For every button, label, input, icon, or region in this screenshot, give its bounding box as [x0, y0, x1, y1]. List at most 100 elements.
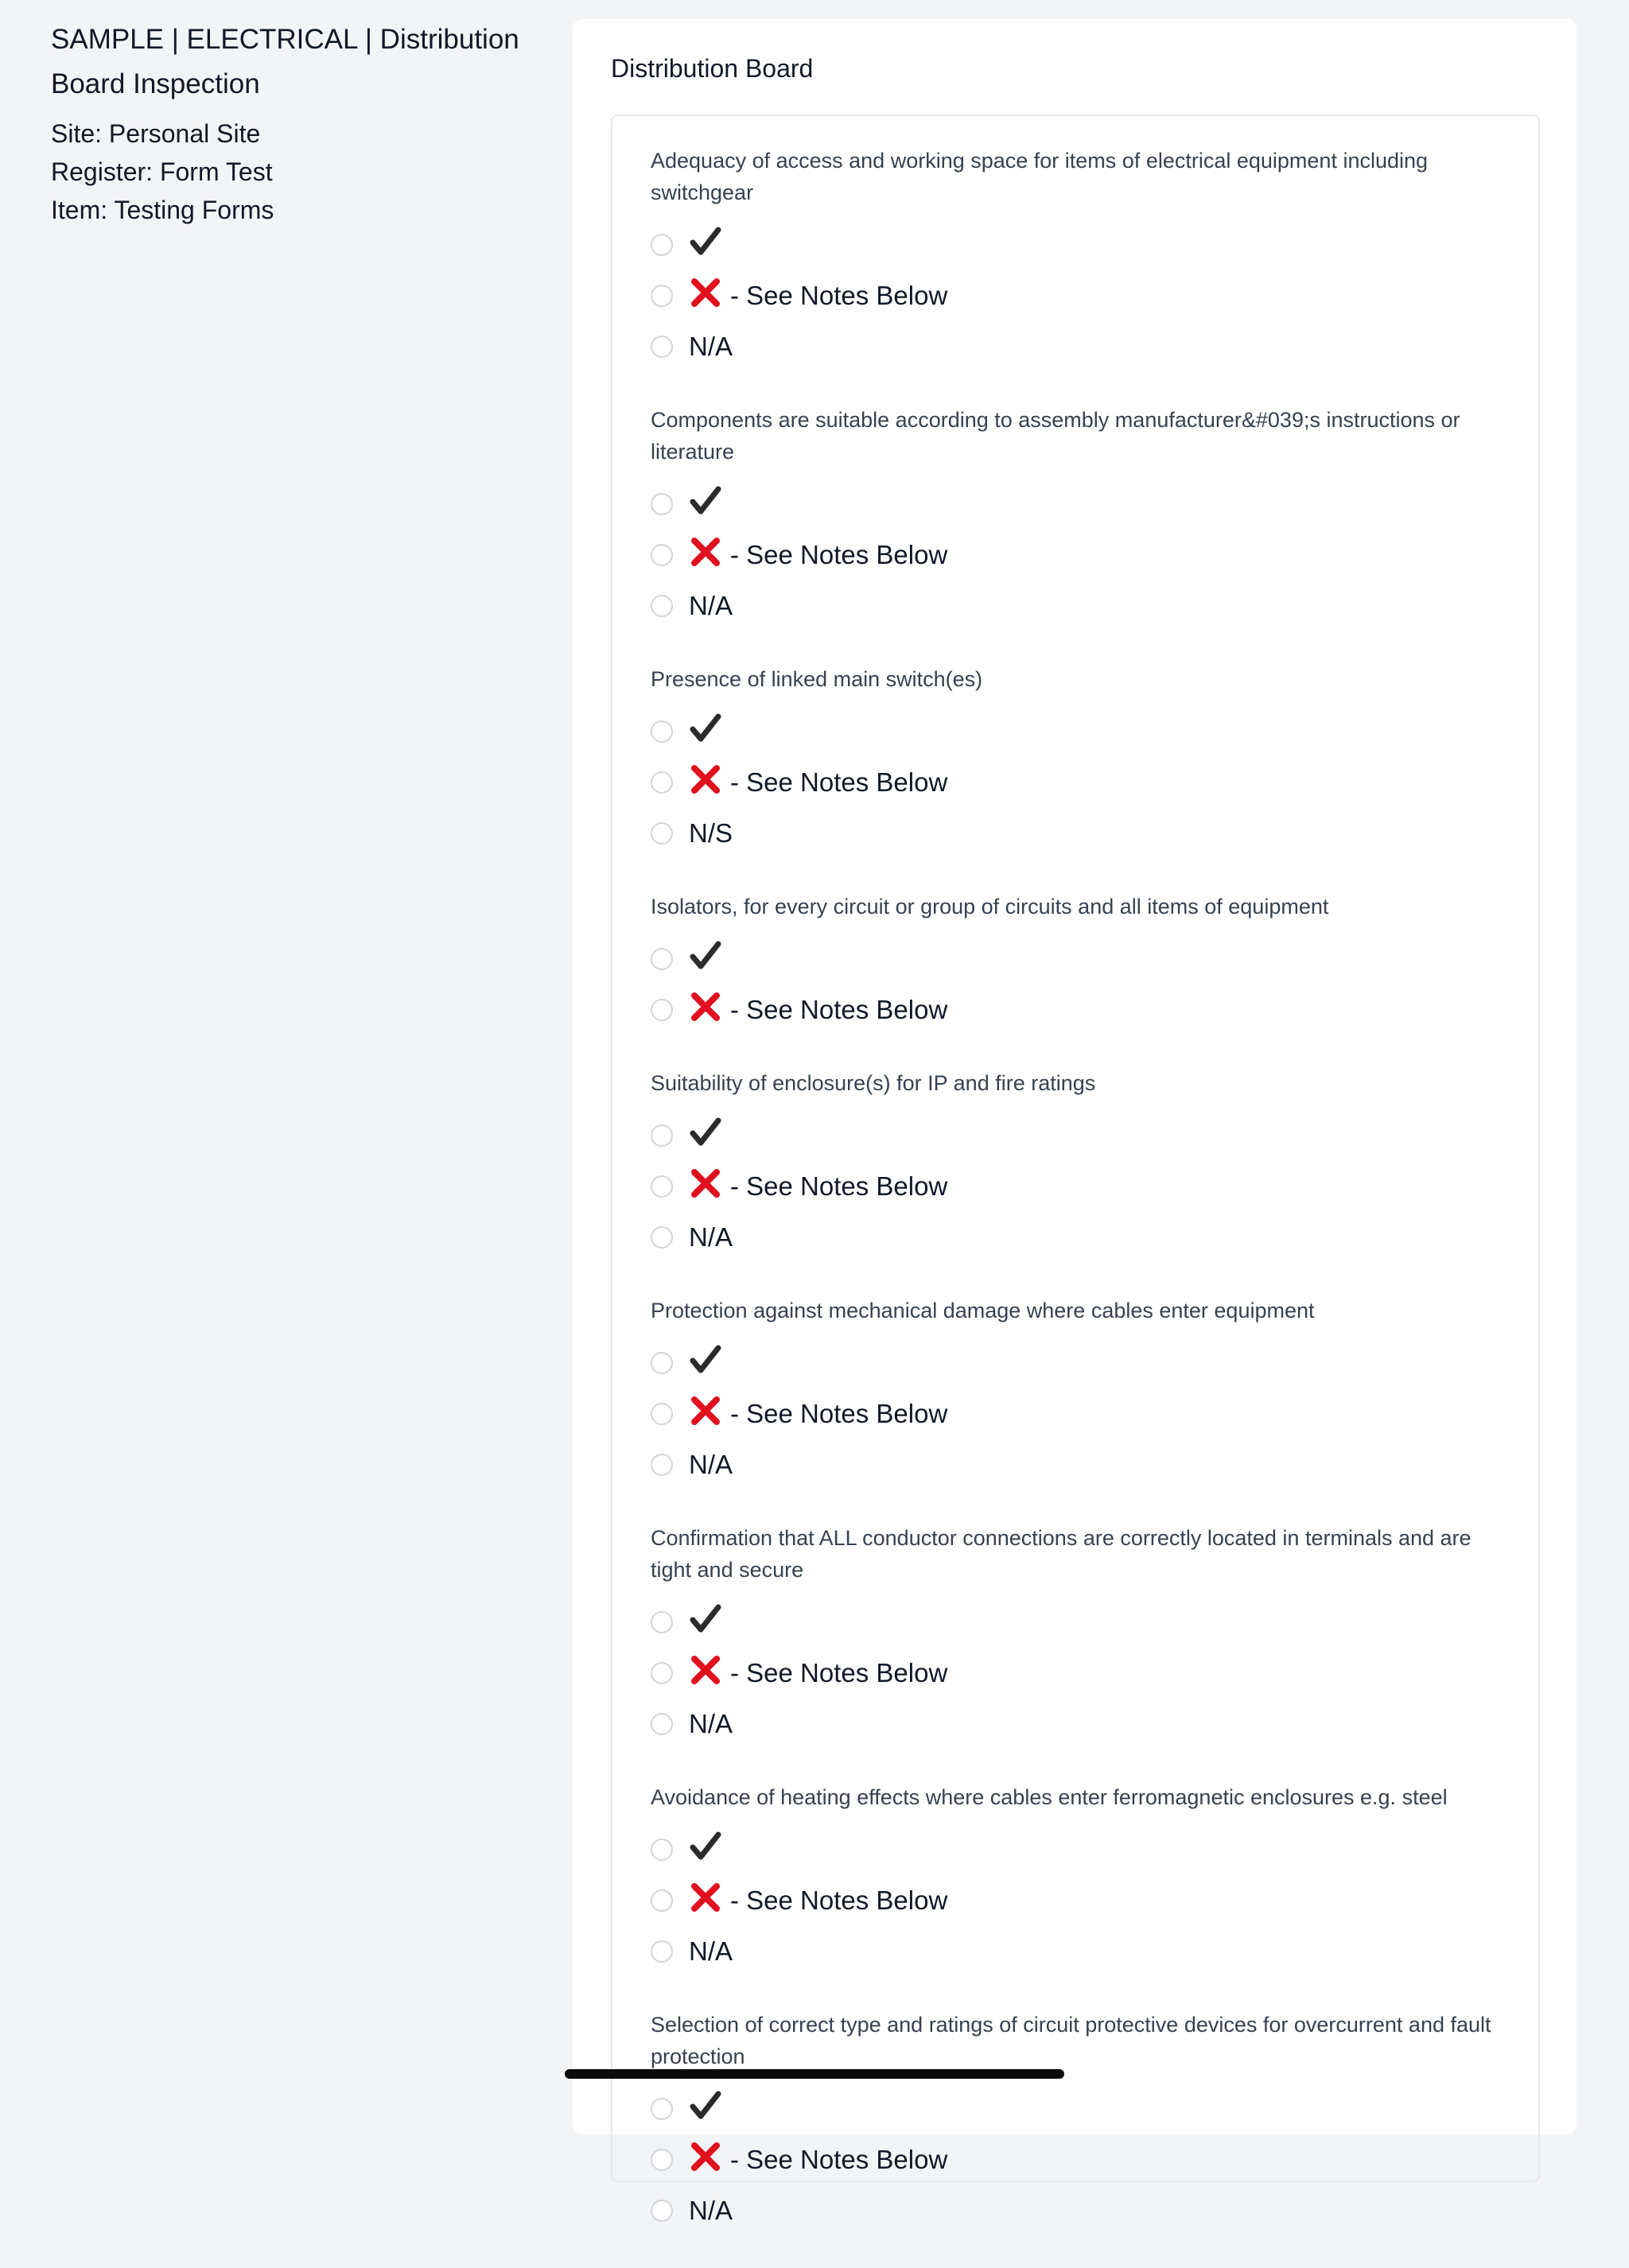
option-row[interactable] [651, 479, 1510, 530]
radio-button[interactable] [651, 1175, 673, 1198]
option-row[interactable] [651, 1824, 1510, 1875]
option-group: - See Notes Below N/A [651, 1824, 1510, 1977]
question-label: Selection of correct type and ratings of… [651, 2013, 1491, 2068]
radio-button[interactable] [651, 720, 673, 743]
fail-option-label: - See Notes Below [730, 767, 948, 797]
option-row[interactable] [651, 934, 1510, 984]
radio-button[interactable] [651, 544, 673, 566]
option-row[interactable]: N/A [651, 1926, 1510, 1977]
fail-option: - See Notes Below [689, 535, 947, 575]
question-item: Presence of linked main switch(es) - See … [651, 663, 1510, 859]
option-row[interactable] [651, 1110, 1510, 1161]
radio-button[interactable] [651, 1839, 673, 1861]
radio-button[interactable] [651, 1713, 673, 1735]
na-option-label: N/A [689, 2196, 733, 2225]
radio-button[interactable] [651, 999, 673, 1021]
fail-option: - See Notes Below [689, 1881, 947, 1920]
fail-option: - See Notes Below [689, 1394, 947, 1434]
fail-option: - See Notes Below [689, 1653, 947, 1693]
fail-option-label: - See Notes Below [730, 281, 948, 310]
fail-option-label: - See Notes Below [730, 1399, 948, 1428]
register-label: Register: Form Test [51, 157, 273, 186]
question-item: Confirmation that ALL conductor connecti… [651, 1522, 1510, 1750]
radio-button[interactable] [651, 285, 673, 307]
radio-button[interactable] [651, 771, 673, 794]
radio-button[interactable] [651, 1611, 673, 1633]
question-item: Adequacy of access and working space for… [651, 145, 1510, 372]
form-meta: Site: Personal Site Register: Form Test … [51, 115, 528, 229]
radio-button[interactable] [651, 1352, 673, 1374]
radio-button[interactable] [651, 1403, 673, 1425]
section-title: Distribution Board [611, 54, 814, 83]
option-row[interactable]: N/A [651, 1212, 1510, 1263]
radio-button[interactable] [651, 493, 673, 515]
question-list: Adequacy of access and working space for… [651, 145, 1510, 2268]
radio-button[interactable] [651, 1889, 673, 1912]
option-group: - See Notes Below N/A [651, 219, 1510, 372]
pass-option [689, 713, 722, 751]
question-item: Protection against mechanical damage whe… [651, 1295, 1510, 1490]
section-panel: Adequacy of access and working space for… [611, 115, 1540, 2225]
question-item: Suitability of enclosure(s) for IP and f… [651, 1067, 1510, 1263]
option-row[interactable] [651, 219, 1510, 270]
option-row[interactable]: - See Notes Below [651, 1161, 1510, 1212]
cross-icon [689, 2140, 730, 2180]
question-label: Components are suitable according to ass… [651, 408, 1460, 464]
fail-option-label: - See Notes Below [730, 1885, 948, 1915]
radio-button[interactable] [651, 2149, 673, 2171]
option-row[interactable]: - See Notes Below [651, 984, 1510, 1035]
option-row[interactable]: N/A [651, 1439, 1510, 1490]
radio-button[interactable] [651, 2200, 673, 2222]
option-row[interactable]: - See Notes Below [651, 757, 1510, 808]
option-row[interactable]: - See Notes Below [651, 1875, 1510, 1926]
radio-button[interactable] [651, 2098, 673, 2120]
option-row[interactable]: N/A [651, 1699, 1510, 1750]
option-row[interactable] [651, 706, 1510, 757]
option-row[interactable] [651, 2084, 1510, 2134]
option-row[interactable]: - See Notes Below [651, 270, 1510, 321]
option-row[interactable]: - See Notes Below [651, 2134, 1510, 2185]
option-row[interactable] [651, 1338, 1510, 1388]
option-row[interactable]: N/A [651, 321, 1510, 372]
question-label: Isolators, for every circuit or group of… [651, 895, 1329, 918]
option-row[interactable]: - See Notes Below [651, 1648, 1510, 1699]
radio-button[interactable] [651, 948, 673, 970]
form-title: SAMPLE | ELECTRICAL | Distribution Board… [51, 24, 519, 99]
fail-option: - See Notes Below [689, 276, 947, 316]
option-row[interactable]: - See Notes Below [651, 1388, 1510, 1439]
home-indicator[interactable] [565, 2069, 1064, 2079]
cross-icon [689, 1653, 730, 1693]
radio-button[interactable] [651, 234, 673, 256]
radio-button[interactable] [651, 822, 673, 845]
option-row[interactable]: N/S [651, 808, 1510, 859]
pass-option [689, 1117, 722, 1155]
radio-button[interactable] [651, 336, 673, 358]
pass-option [689, 485, 722, 523]
radio-button[interactable] [651, 1454, 673, 1476]
check-icon [689, 1831, 722, 1869]
radio-button[interactable] [651, 595, 673, 617]
option-row[interactable]: N/A [651, 581, 1510, 631]
check-icon [689, 1344, 722, 1382]
site-label: Site: Personal Site [51, 119, 261, 148]
na-option-label: N/A [689, 591, 733, 620]
option-row[interactable]: N/A [651, 2185, 1510, 2236]
cross-icon [689, 1167, 730, 1206]
option-row[interactable]: - See Notes Below [651, 530, 1510, 581]
fail-option: - See Notes Below [689, 763, 947, 802]
radio-button[interactable] [651, 1226, 673, 1249]
question-item: Selection of correct type and ratings of… [651, 2009, 1510, 2236]
radio-button[interactable] [651, 1662, 673, 1684]
option-group: - See Notes Below N/A [651, 1597, 1510, 1750]
pass-option [689, 1603, 722, 1641]
option-group: - See Notes Below N/A [651, 2084, 1510, 2236]
option-group: - See Notes Below N/A [651, 479, 1510, 631]
question-label: Suitability of enclosure(s) for IP and f… [651, 1071, 1096, 1095]
radio-button[interactable] [651, 1940, 673, 1963]
radio-button[interactable] [651, 1124, 673, 1147]
fail-option: - See Notes Below [689, 1167, 947, 1206]
question-label: Protection against mechanical damage whe… [651, 1299, 1315, 1322]
na-option-label: N/A [689, 1450, 733, 1479]
option-row[interactable] [651, 1597, 1510, 1648]
na-option-label: N/A [689, 1709, 733, 1738]
